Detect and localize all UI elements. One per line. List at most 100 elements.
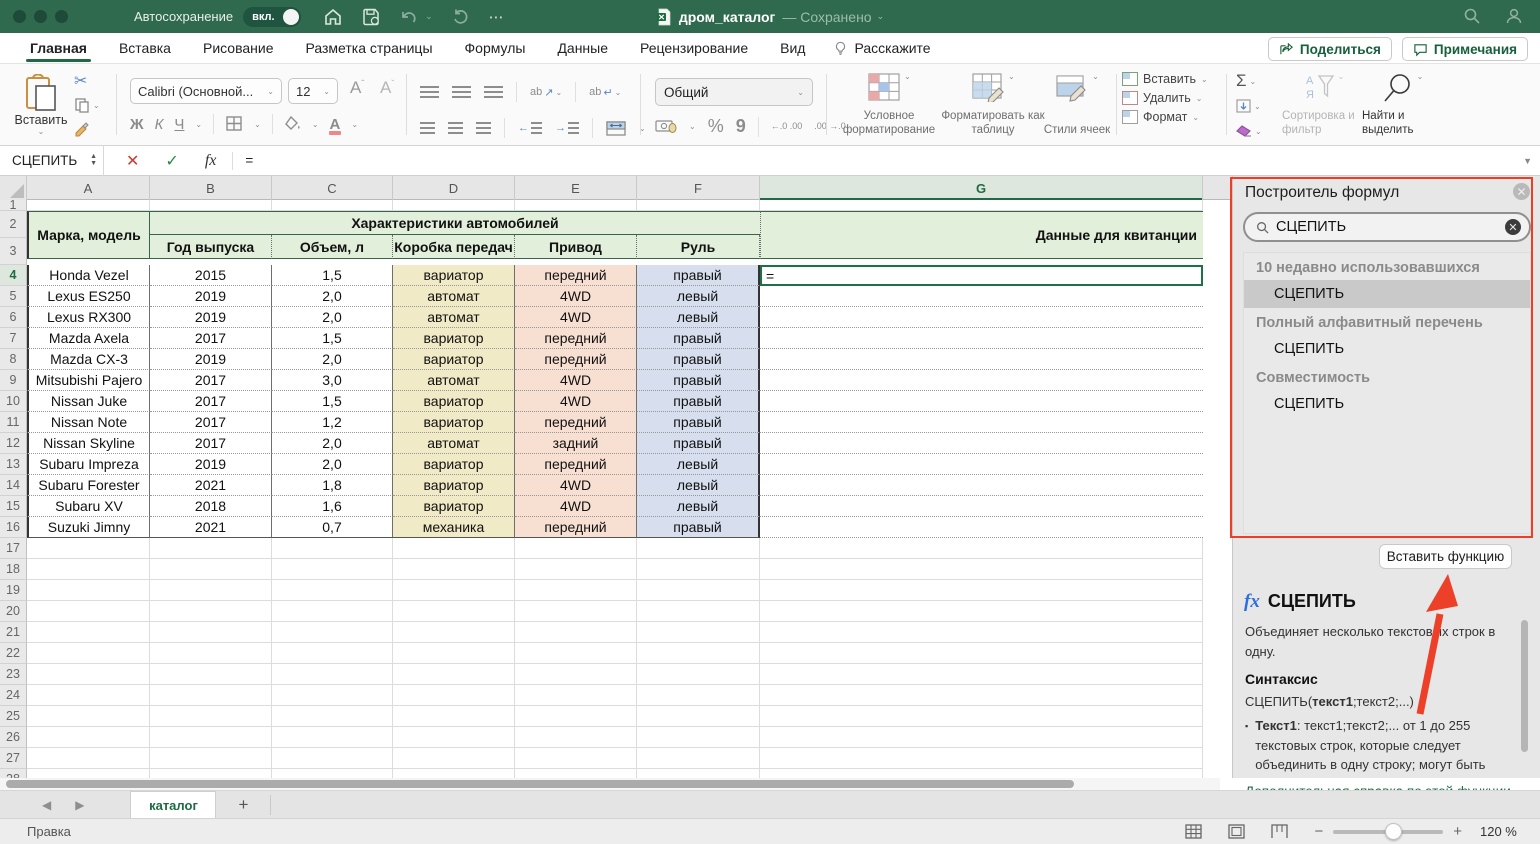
cell-G5[interactable]: [760, 286, 1203, 307]
orientation-button[interactable]: ab↗⌄: [530, 86, 562, 99]
empty-cell[interactable]: [150, 748, 272, 769]
header-3[interactable]: Коробка передач: [393, 235, 515, 259]
cell-G11[interactable]: [760, 412, 1203, 433]
cell-B14[interactable]: 2021: [150, 475, 272, 496]
row-header-19[interactable]: 19: [0, 580, 27, 601]
align-bottom-icon[interactable]: [484, 86, 503, 99]
cell-F14[interactable]: левый: [637, 475, 760, 496]
empty-cell[interactable]: [393, 727, 515, 748]
cell-D9[interactable]: автомат: [393, 370, 515, 391]
search-icon[interactable]: [1462, 6, 1482, 26]
cell-F15[interactable]: левый: [637, 496, 760, 517]
save-icon[interactable]: [361, 7, 381, 27]
empty-cell[interactable]: [27, 727, 150, 748]
cell-D14[interactable]: вариатор: [393, 475, 515, 496]
cell-C15[interactable]: 1,6: [272, 496, 393, 517]
row-header-16[interactable]: 16: [0, 517, 27, 538]
empty-cell[interactable]: [150, 601, 272, 622]
empty-cell[interactable]: [272, 559, 393, 580]
empty-cell[interactable]: [637, 664, 760, 685]
empty-cell[interactable]: [27, 538, 150, 559]
row-header-11[interactable]: 11: [0, 412, 27, 433]
empty-cell[interactable]: [27, 769, 150, 778]
header-1[interactable]: Год выпуска: [150, 235, 272, 259]
row-header-7[interactable]: 7: [0, 328, 27, 349]
cell-F13[interactable]: левый: [637, 454, 760, 475]
cell-G13[interactable]: [760, 454, 1203, 475]
empty-cell[interactable]: [393, 200, 515, 211]
empty-cell[interactable]: [637, 727, 760, 748]
row-header-23[interactable]: 23: [0, 664, 27, 685]
conditional-formatting-button[interactable]: ⌄ Условное форматирование: [834, 72, 944, 138]
cell-A10[interactable]: Nissan Juke: [27, 391, 150, 412]
borders-icon[interactable]: [225, 116, 243, 132]
cell-B12[interactable]: 2017: [150, 433, 272, 454]
grid-row-15[interactable]: 15Subaru XV20181,6вариатор4WDлевый: [0, 496, 1232, 517]
grid-row-22[interactable]: 22: [0, 643, 1232, 664]
font-color-button[interactable]: А: [330, 116, 341, 133]
column-header-E[interactable]: E: [515, 176, 637, 200]
empty-cell[interactable]: [515, 200, 637, 211]
cell-B15[interactable]: 2018: [150, 496, 272, 517]
font-size-select[interactable]: 12⌄: [288, 78, 338, 104]
empty-cell[interactable]: [393, 559, 515, 580]
cell-B16[interactable]: 2021: [150, 517, 272, 538]
ribbon-tab-Данные[interactable]: Данные: [555, 33, 610, 63]
row-header-5[interactable]: 5: [0, 286, 27, 307]
empty-cell[interactable]: [637, 643, 760, 664]
grid-row-23[interactable]: 23: [0, 664, 1232, 685]
cell-A16[interactable]: Suzuki Jimny: [27, 517, 150, 538]
row-header-27[interactable]: 27: [0, 748, 27, 769]
empty-cell[interactable]: [760, 769, 1203, 778]
panel-scroll-thumb[interactable]: [1521, 620, 1528, 752]
cell-C12[interactable]: 2,0: [272, 433, 393, 454]
header-characteristics[interactable]: Характеристики автомобилей: [150, 211, 760, 235]
cell-A7[interactable]: Mazda Axela: [27, 328, 150, 349]
row-header-13[interactable]: 13: [0, 454, 27, 475]
empty-cell[interactable]: [272, 643, 393, 664]
delete-cells-button[interactable]: Удалить⌄: [1122, 91, 1208, 105]
cell-G15[interactable]: [760, 496, 1203, 517]
empty-cell[interactable]: [393, 685, 515, 706]
formula-input[interactable]: =: [245, 153, 253, 168]
cell-G14[interactable]: [760, 475, 1203, 496]
home-icon[interactable]: [323, 7, 343, 27]
cell-E5[interactable]: 4WD: [515, 286, 637, 307]
zoom-out-icon[interactable]: −: [1314, 823, 1323, 840]
next-sheet-icon[interactable]: ▶: [75, 798, 84, 812]
row-header-6[interactable]: 6: [0, 307, 27, 328]
italic-button[interactable]: К: [155, 116, 164, 133]
grid-row-5[interactable]: 5Lexus ES25020192,0автомат4WDлевый: [0, 286, 1232, 307]
function-list[interactable]: 10 недавно использовавшихсяСЦЕПИТЬПолный…: [1243, 252, 1531, 534]
row-header-4[interactable]: 4: [0, 265, 27, 286]
cell-C13[interactable]: 2,0: [272, 454, 393, 475]
empty-cell[interactable]: [272, 769, 393, 778]
cell-G7[interactable]: [760, 328, 1203, 349]
empty-cell[interactable]: [272, 601, 393, 622]
column-headers[interactable]: ABCDEFG: [0, 176, 1232, 200]
row-header-15[interactable]: 15: [0, 496, 27, 517]
cell-E15[interactable]: 4WD: [515, 496, 637, 517]
cell-F4[interactable]: правый: [637, 265, 760, 286]
empty-cell[interactable]: [150, 538, 272, 559]
align-left-icon[interactable]: [420, 122, 435, 135]
cell-F11[interactable]: правый: [637, 412, 760, 433]
empty-cell[interactable]: [272, 748, 393, 769]
empty-cell[interactable]: [27, 559, 150, 580]
grid-row-18[interactable]: 18: [0, 559, 1232, 580]
cell-E9[interactable]: 4WD: [515, 370, 637, 391]
align-top-icon[interactable]: [420, 86, 439, 99]
spreadsheet-grid[interactable]: ABCDEFG 123Марка, модельХарактеристики а…: [0, 176, 1232, 778]
empty-cell[interactable]: [27, 643, 150, 664]
wrap-text-button[interactable]: ab↵⌄: [589, 86, 621, 99]
empty-cell[interactable]: [760, 685, 1203, 706]
cell-F8[interactable]: правый: [637, 349, 760, 370]
cell-G16[interactable]: [760, 517, 1203, 538]
empty-cell[interactable]: [515, 706, 637, 727]
increase-decimal-button[interactable]: ←.0 .00: [771, 122, 803, 131]
row-header-10[interactable]: 10: [0, 391, 27, 412]
format-as-table-button[interactable]: ⌄ Форматировать как таблицу: [938, 72, 1048, 138]
cell-D13[interactable]: вариатор: [393, 454, 515, 475]
empty-cell[interactable]: [515, 622, 637, 643]
cell-D5[interactable]: автомат: [393, 286, 515, 307]
